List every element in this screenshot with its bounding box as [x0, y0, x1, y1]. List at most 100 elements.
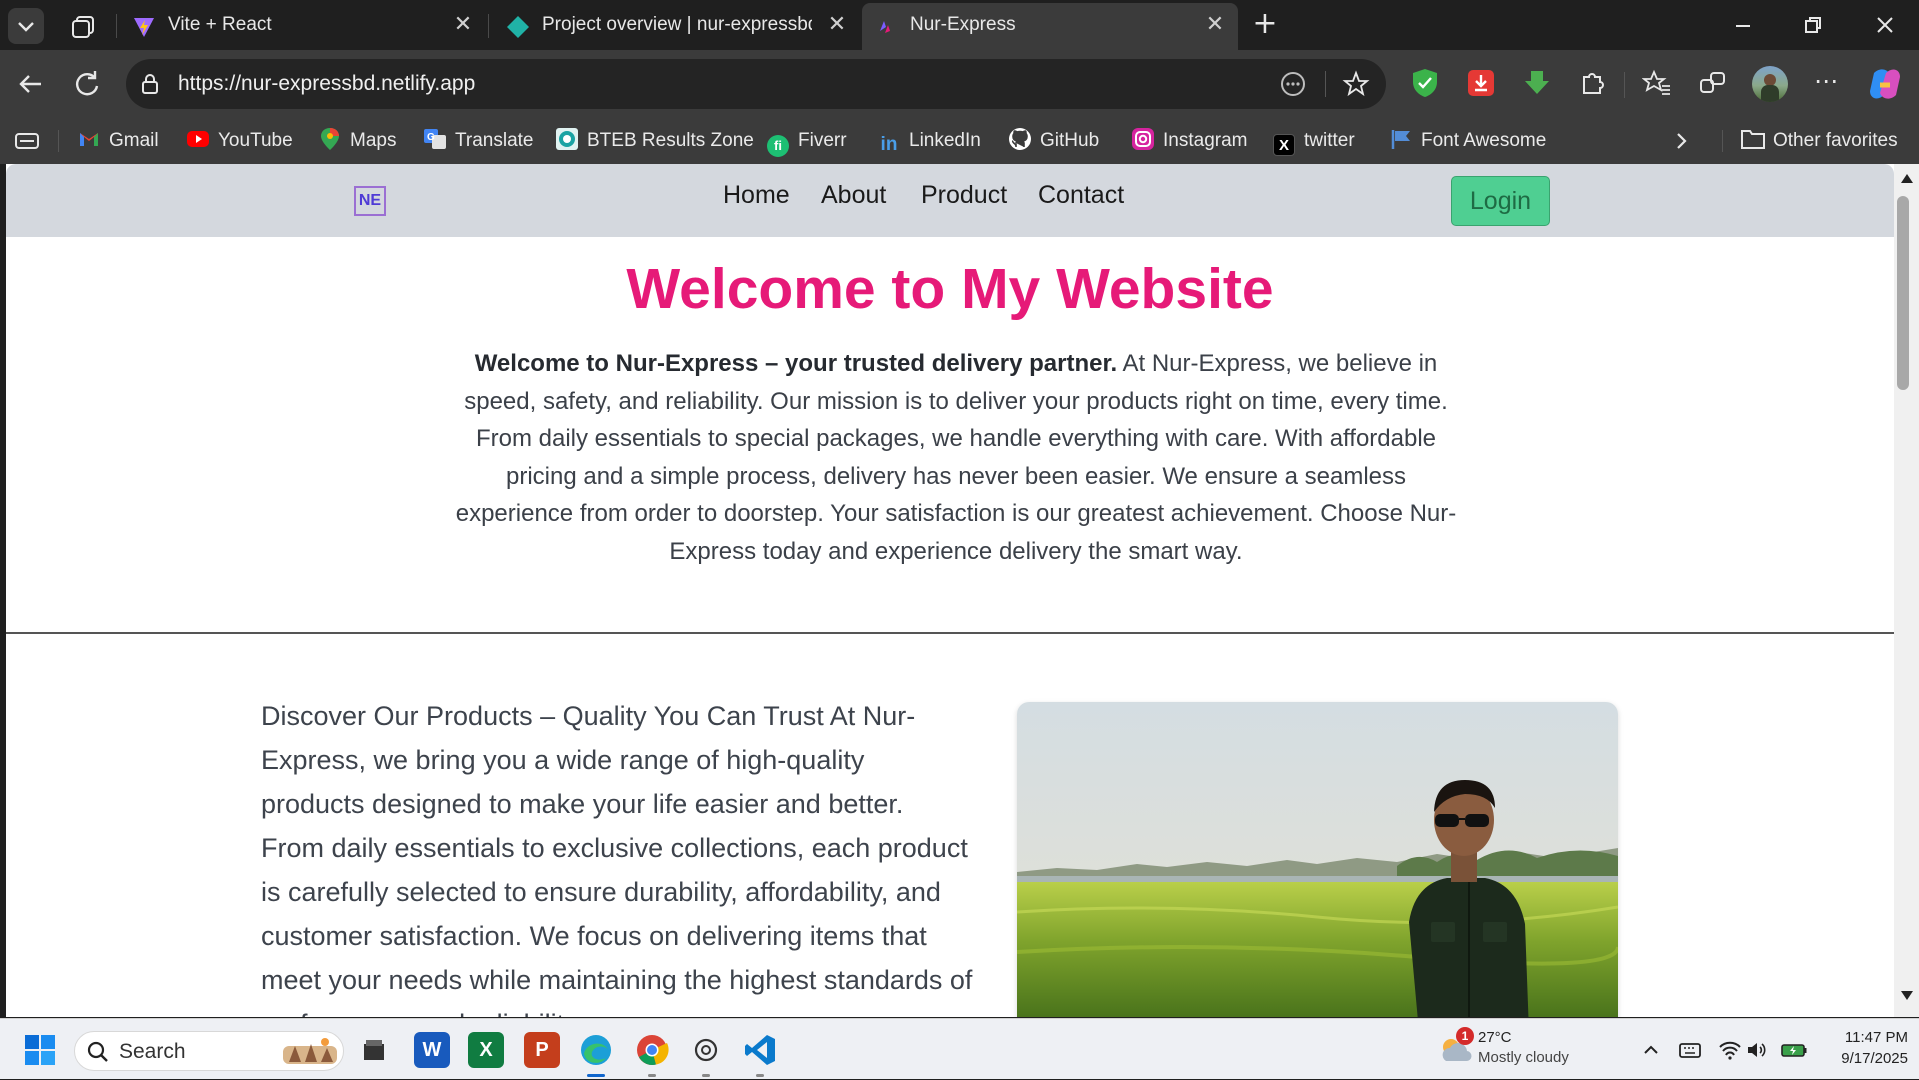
favorite-label: Font Awesome	[1421, 130, 1547, 151]
wifi-icon[interactable]	[1718, 1039, 1742, 1061]
clock-time[interactable]: 11:47 PM	[1828, 1029, 1908, 1046]
back-button[interactable]	[11, 64, 51, 104]
tab-separator	[116, 14, 117, 38]
other-favorites[interactable]: Other favorites	[1740, 126, 1898, 156]
extensions-puzzle-icon[interactable]	[1578, 68, 1608, 98]
favorite-linkedin[interactable]: in LinkedIn	[878, 126, 981, 156]
other-favorites-label: Other favorites	[1773, 130, 1898, 151]
minimize-button[interactable]	[1726, 6, 1760, 40]
nav-home[interactable]: Home	[723, 181, 790, 210]
favbar-separator	[1722, 130, 1723, 152]
word-app[interactable]: W	[414, 1032, 450, 1068]
login-button[interactable]: Login	[1451, 176, 1550, 226]
hero-bold-text: Welcome to Nur-Express – your trusted de…	[474, 350, 1118, 377]
hero-title: Welcome to My Website	[626, 257, 1274, 321]
favorite-label: LinkedIn	[909, 130, 981, 151]
back-arrow-icon	[19, 75, 41, 93]
url-text[interactable]: https://nur-expressbd.netlify.app	[178, 72, 475, 96]
workspaces-button[interactable]	[68, 10, 100, 42]
site-logo[interactable]: NE	[354, 186, 386, 216]
refresh-button[interactable]	[67, 64, 107, 104]
favorite-label: Maps	[350, 130, 397, 151]
linkedin-icon: in	[880, 134, 898, 155]
new-tab-button[interactable]: +	[1248, 8, 1282, 42]
youtube-icon	[187, 131, 209, 147]
volume-icon[interactable]	[1746, 1039, 1768, 1061]
scroll-up-arrow-icon[interactable]	[1900, 172, 1914, 184]
close-tab-icon[interactable]: ✕	[450, 11, 476, 37]
active-app-indicator	[587, 1074, 605, 1077]
favorite-instagram[interactable]: Instagram	[1131, 126, 1247, 156]
copilot-icon[interactable]	[1866, 65, 1904, 103]
tab-separator	[488, 14, 489, 38]
products-paragraph: Discover Our Products – Quality You Can …	[261, 701, 973, 1017]
tab-title: Vite + React	[168, 14, 272, 35]
site-navbar: NE Home About Product Contact Login	[6, 164, 1894, 237]
powerpoint-app[interactable]: P	[524, 1032, 560, 1068]
tab-nur-express[interactable]: Nur-Express ✕	[862, 3, 1238, 50]
favorite-gmail[interactable]: Gmail	[78, 126, 159, 156]
scrollbar-thumb[interactable]	[1897, 196, 1909, 390]
close-tab-icon[interactable]: ✕	[1202, 11, 1228, 37]
address-bar[interactable]: https://nur-expressbd.netlify.app	[126, 59, 1386, 109]
favorite-github[interactable]: GitHub	[1008, 126, 1099, 156]
nav-product[interactable]: Product	[921, 181, 1007, 210]
vite-icon	[134, 18, 154, 37]
keyboard-icon[interactable]	[1678, 1039, 1702, 1061]
chrome-app[interactable]	[634, 1032, 670, 1068]
idm-extension-icon[interactable]	[1522, 68, 1552, 98]
nav-contact[interactable]: Contact	[1038, 181, 1124, 210]
restore-button[interactable]	[1796, 8, 1830, 42]
battery-charging-icon[interactable]	[1780, 1039, 1808, 1061]
profile-avatar[interactable]	[1752, 66, 1788, 102]
chevron-right-icon	[1677, 133, 1687, 149]
netlify-icon	[507, 16, 529, 38]
close-tab-icon[interactable]: ✕	[824, 11, 850, 37]
download-extension-icon[interactable]	[1466, 68, 1496, 98]
edge-app[interactable]	[578, 1032, 614, 1068]
tab-title: Project overview | nur-expressbd	[542, 14, 812, 35]
favorite-bteb[interactable]: BTEB Results Zone	[555, 126, 754, 156]
nav-about[interactable]: About	[821, 181, 886, 210]
shield-extension-icon[interactable]	[1410, 67, 1440, 99]
workspaces-icon	[72, 16, 94, 38]
chatgpt-app[interactable]	[688, 1032, 724, 1068]
taskbar-search[interactable]: Search	[74, 1031, 344, 1071]
tab-actions-icon[interactable]	[14, 129, 40, 153]
reading-mode-icon[interactable]	[1279, 70, 1307, 98]
favorite-translate[interactable]: G Translate	[423, 126, 534, 156]
windows-start-icon[interactable]	[24, 1034, 56, 1066]
favorite-label: Gmail	[109, 130, 159, 151]
running-app-indicator	[648, 1074, 656, 1077]
windows-taskbar: Search W X P 1 27°C Mostly cloudy 11:47 …	[0, 1018, 1919, 1079]
vscode-app[interactable]	[742, 1032, 778, 1068]
favorites-star-list-icon[interactable]	[1642, 68, 1672, 98]
nur-express-favicon-icon	[880, 21, 890, 33]
search-icon	[87, 1041, 108, 1062]
favorite-youtube[interactable]: YouTube	[186, 126, 293, 156]
show-hidden-icons-chevron-icon[interactable]	[1640, 1039, 1662, 1061]
tab-project-overview[interactable]: Project overview | nur-expressbd ✕	[494, 3, 860, 50]
weather-widget[interactable]: 1 27°C Mostly cloudy	[1436, 1025, 1586, 1075]
star-icon[interactable]	[1342, 70, 1370, 98]
favorite-twitter[interactable]: Xtwitter	[1273, 126, 1355, 156]
scroll-down-arrow-icon[interactable]	[1900, 990, 1914, 1002]
close-window-button[interactable]	[1868, 8, 1902, 42]
favorite-fiverr[interactable]: fi Fiverr	[767, 126, 847, 157]
excel-app[interactable]: X	[468, 1032, 504, 1068]
more-menu-button[interactable]: ⋯	[1808, 66, 1844, 102]
close-icon	[1877, 17, 1893, 33]
clock-date[interactable]: 9/17/2025	[1808, 1050, 1908, 1067]
tab-vite-react[interactable]: Vite + React ✕	[120, 3, 486, 50]
file-explorer-app[interactable]	[356, 1032, 392, 1068]
tab-strip: Vite + React ✕ Project overview | nur-ex…	[0, 0, 1919, 50]
tab-list-button[interactable]	[8, 8, 44, 44]
edge-icon	[581, 1035, 611, 1065]
browser-toolbar: https://nur-expressbd.netlify.app ⋯	[0, 50, 1919, 118]
favorite-label: BTEB Results Zone	[587, 130, 754, 151]
translate-icon: G	[424, 129, 446, 149]
favorite-maps[interactable]: Maps	[320, 126, 396, 156]
collections-icon[interactable]	[1698, 68, 1728, 98]
favorites-overflow-button[interactable]	[1666, 126, 1696, 156]
favorite-font-awesome[interactable]: Font Awesome	[1390, 126, 1546, 156]
